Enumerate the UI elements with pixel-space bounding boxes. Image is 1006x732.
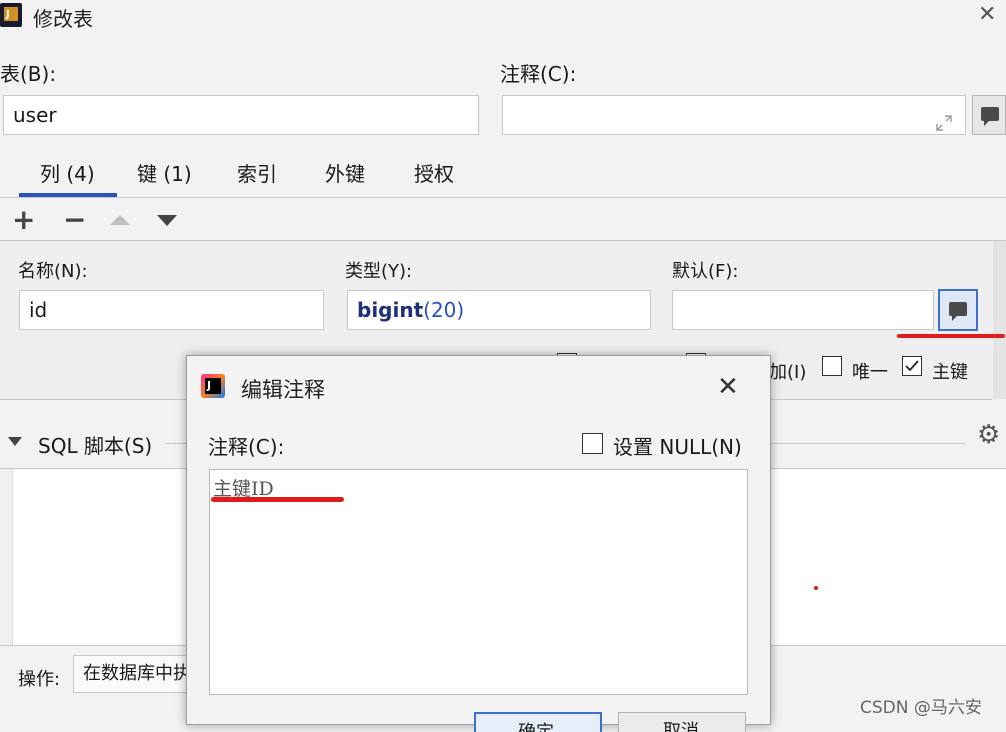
tab-columns[interactable]: 列 (4) (40, 158, 95, 187)
check-icon (905, 360, 919, 372)
dialog-title: 编辑注释 (241, 378, 325, 402)
primary-key-label: 主键 (932, 362, 968, 383)
tab-keys[interactable]: 键 (1) (137, 158, 192, 187)
sql-section-label[interactable]: SQL 脚本(S) (38, 430, 152, 459)
edit-comment-dialog: J 编辑注释 ✕ 注释(C): 设置 NULL(N) 主键ID 确定 取消 (186, 355, 771, 732)
dialog-comment-label: 注释(C): (208, 435, 285, 459)
set-null-label[interactable]: 设置 NULL(N) (613, 431, 742, 460)
unique-checkbox[interactable] (822, 356, 842, 376)
ok-button[interactable]: 确定 (474, 712, 602, 732)
sql-collapse-icon[interactable] (8, 437, 22, 446)
type-args: (20) (423, 298, 465, 322)
tab-grants[interactable]: 授权 (414, 158, 454, 187)
column-default-label: 默认(F): (672, 261, 739, 282)
column-comment-bubble-icon (949, 302, 967, 321)
unique-label: 唯一 (852, 362, 888, 383)
comment-label: 注释(C): (500, 62, 577, 86)
primary-key-checkbox[interactable] (902, 356, 922, 376)
dialog-app-icon: J (201, 374, 225, 398)
column-form-scrollbar[interactable] (993, 241, 1006, 399)
table-name-label: 表(B): (0, 58, 56, 87)
tab-foreign-keys[interactable]: 外键 (325, 158, 365, 187)
red-dot (814, 586, 818, 590)
dialog-comment-textarea[interactable]: 主键ID (209, 469, 748, 695)
type-keyword: bigint (357, 298, 424, 322)
tab-indexes[interactable]: 索引 (237, 158, 277, 187)
column-type-input[interactable]: bigint(20) (347, 290, 651, 330)
watermark: CSDN @马六安 (860, 698, 982, 718)
app-icon: J (0, 3, 22, 27)
gear-icon[interactable]: ⚙ (977, 420, 1000, 450)
comment-input[interactable] (502, 95, 966, 135)
close-icon[interactable]: ✕ (978, 2, 996, 27)
auto-increment-label: 加(I) (769, 362, 807, 383)
column-type-label: 类型(Y): (345, 261, 413, 282)
cancel-button[interactable]: 取消 (618, 712, 746, 732)
set-null-checkbox[interactable] (582, 433, 603, 454)
dialog-close-icon[interactable]: ✕ (717, 372, 739, 402)
expand-icon[interactable] (935, 106, 953, 131)
tabs-divider (0, 197, 1006, 198)
window-title: 修改表 (33, 7, 93, 31)
comment-bubble-icon (981, 107, 999, 126)
ok-button-label: 确定 (518, 718, 554, 732)
cancel-button-label: 取消 (663, 721, 699, 732)
column-name-input[interactable]: id (19, 290, 324, 330)
move-down-icon[interactable] (157, 215, 177, 226)
table-name-label-text: 表(B): (0, 62, 57, 86)
comment-edit-button[interactable] (972, 95, 1006, 135)
table-name-input[interactable]: user (3, 95, 479, 135)
move-up-icon[interactable] (110, 215, 130, 225)
column-default-input[interactable] (672, 290, 934, 330)
annotation-red-line-bottom (211, 497, 344, 502)
remove-column-button[interactable]: − (63, 205, 86, 235)
column-comment-button[interactable] (938, 289, 978, 331)
operation-label: 操作: (18, 669, 61, 690)
annotation-red-line-top (897, 334, 1005, 338)
column-name-label: 名称(N): (18, 261, 88, 282)
add-column-button[interactable]: + (12, 205, 35, 235)
